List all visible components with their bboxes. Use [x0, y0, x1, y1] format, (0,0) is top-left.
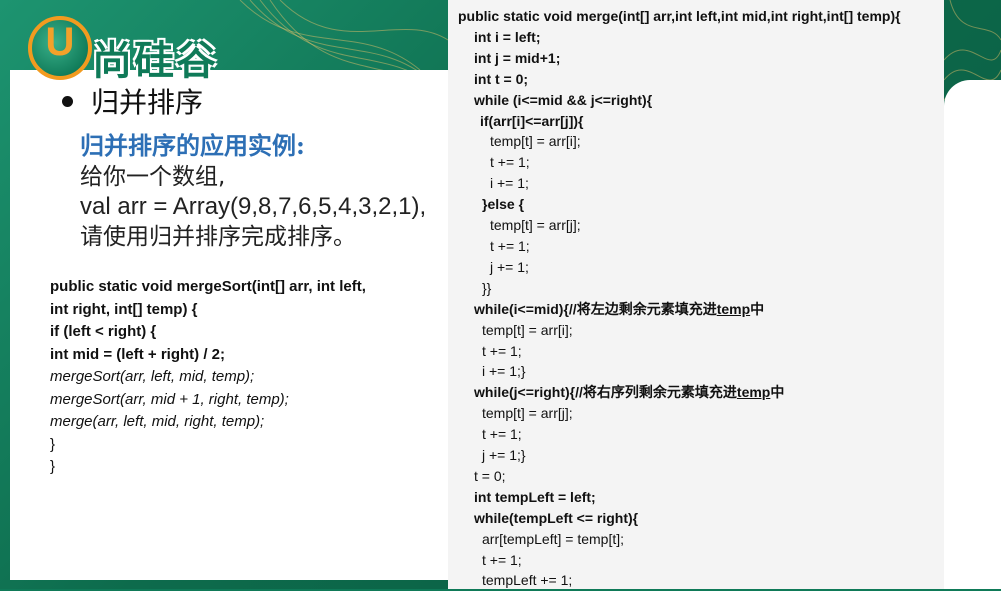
code-line: while(i<=mid){//将左边剩余元素填充进temp中 — [458, 299, 901, 320]
code-line: arr[tempLeft] = temp[t]; — [482, 530, 625, 547]
code-line: int tempLeft = left; — [474, 488, 596, 505]
code-line: t += 1; — [490, 237, 530, 254]
code-line: t = 0; — [474, 467, 506, 484]
code-line: j += 1; — [490, 258, 529, 275]
merge-code-block: public static void merge(int[] arr,int l… — [458, 6, 901, 591]
code-line: } — [50, 458, 56, 475]
code-line: temp[t] = arr[j]; — [482, 405, 573, 422]
example-line: 给你一个数组, — [80, 164, 226, 190]
code-line: while (i<=mid && j<=right){ — [474, 91, 653, 108]
example-block: 归并排序的应用实例: 给你一个数组, val arr = Array(9,8,7… — [80, 130, 460, 252]
bullet-dot-icon — [62, 95, 73, 107]
code-line: while(j<=right){//将右序列剩余元素填充进temp中 — [458, 382, 901, 403]
code-line: public static void mergeSort(int[] arr, … — [50, 278, 366, 295]
code-line: int mid = (left + right) / 2; — [50, 345, 226, 363]
code-text: 中 — [770, 384, 785, 401]
code-text: while(i<=mid){//将左边剩余元素填充进 — [474, 300, 717, 317]
code-text: temp — [736, 384, 771, 401]
code-line: i += 1;} — [482, 363, 526, 380]
code-line: while(tempLeft <= right){ — [474, 509, 639, 526]
code-line: if (left < right) { — [50, 323, 157, 340]
code-line: mergeSort(arr, left, mid, temp); — [50, 368, 255, 385]
logo-letter: U — [45, 20, 75, 64]
example-line: val arr = Array(9,8,7,6,5,4,3,2,1), — [80, 193, 427, 220]
code-line: t += 1; — [482, 342, 522, 359]
brand-logo: U 尚硅谷 — [28, 16, 258, 86]
code-text: 中 — [750, 300, 765, 317]
code-line: public static void merge(int[] arr,int l… — [458, 8, 901, 24]
right-card-edge — [944, 80, 1001, 589]
code-line: t += 1; — [482, 426, 522, 443]
code-line: mergeSort(arr, mid + 1, right, temp); — [50, 390, 289, 408]
code-line: temp[t] = arr[j]; — [490, 217, 581, 234]
code-line: int t = 0; — [474, 70, 529, 87]
code-line: int i = left; — [474, 28, 541, 45]
code-line: i += 1; — [490, 175, 529, 192]
example-title: 归并排序的应用实例: — [80, 131, 305, 160]
code-line: }else { — [482, 196, 525, 213]
code-line: tempLeft += 1; — [482, 572, 573, 589]
logo-text: 尚硅谷 — [92, 38, 218, 84]
code-text: while(j<=right){//将右序列剩余元素填充进 — [474, 384, 737, 401]
example-line: 请使用归并排序完成排序。 — [80, 224, 356, 250]
slide-title: 归并排序 — [91, 86, 204, 119]
code-text: temp — [716, 300, 751, 317]
code-line: int right, int[] temp) { — [50, 300, 198, 318]
code-line: t += 1; — [490, 154, 530, 171]
code-line: t += 1; — [482, 551, 522, 568]
code-line: j += 1;} — [482, 447, 526, 464]
code-line: } — [50, 435, 56, 453]
mergesort-code-block: public static void mergeSort(int[] arr, … — [50, 276, 450, 479]
bullet-heading: 归并排序 — [62, 84, 204, 119]
merge-code-panel: public static void merge(int[] arr,int l… — [448, 0, 944, 589]
code-line: temp[t] = arr[i]; — [490, 133, 581, 150]
code-line: }} — [482, 279, 492, 296]
code-line: merge(arr, left, mid, right, temp); — [50, 413, 265, 430]
code-line: temp[t] = arr[i]; — [482, 321, 573, 338]
code-line: int j = mid+1; — [474, 49, 561, 66]
code-line: if(arr[i]<=arr[j]){ — [480, 112, 584, 129]
